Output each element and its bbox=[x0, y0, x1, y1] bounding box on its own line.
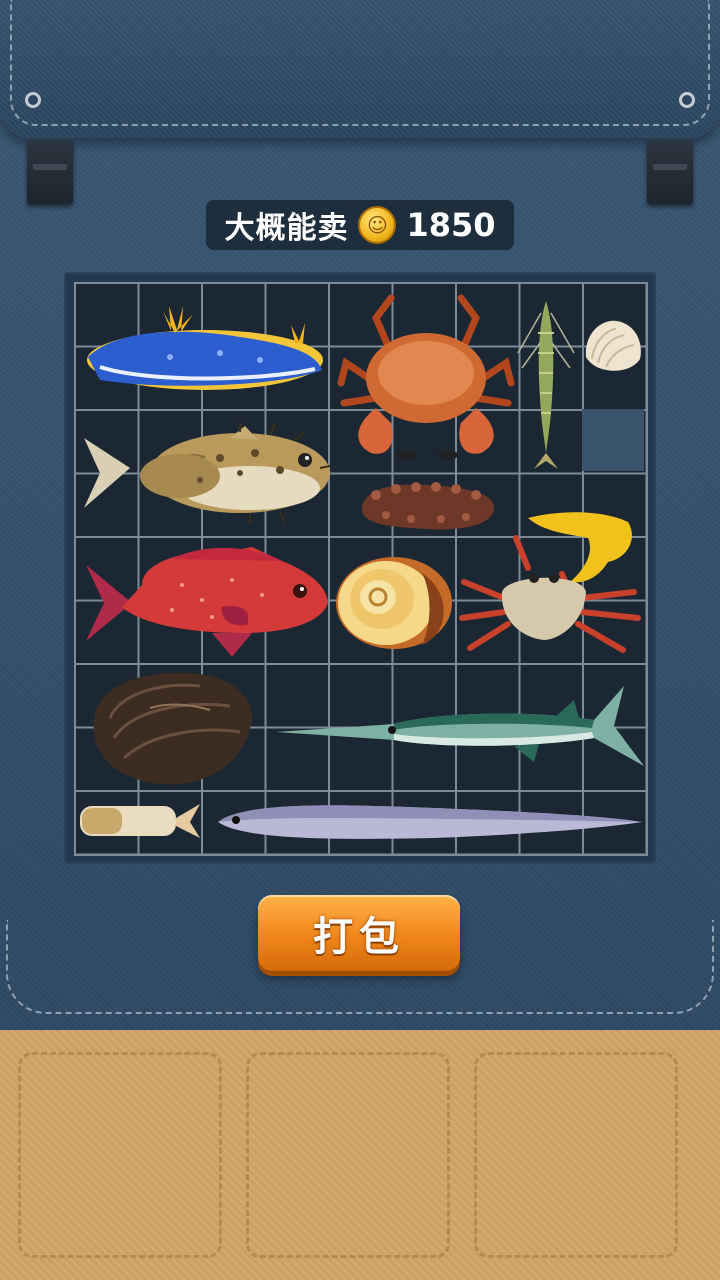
strap-right bbox=[647, 140, 693, 204]
fiddler-crab-icon[interactable] bbox=[458, 508, 648, 658]
razor-clam-icon[interactable] bbox=[76, 798, 204, 844]
ribbonfish-icon[interactable] bbox=[214, 798, 644, 844]
tray-slot-3[interactable] bbox=[474, 1052, 678, 1258]
rivet-left bbox=[25, 92, 41, 108]
item-tray bbox=[0, 1030, 720, 1280]
pufferfish-icon[interactable] bbox=[80, 418, 330, 526]
crab-icon[interactable] bbox=[336, 293, 516, 465]
snail-shell-icon[interactable] bbox=[332, 553, 456, 653]
needlefish-icon[interactable] bbox=[274, 682, 646, 772]
sea-slug-icon[interactable] bbox=[80, 295, 330, 400]
strap-left bbox=[27, 140, 73, 204]
shrimp-icon[interactable] bbox=[516, 293, 576, 473]
tray-slot-1[interactable] bbox=[18, 1052, 222, 1258]
price-value: 1850 bbox=[406, 206, 496, 244]
price-label: 大概能卖 bbox=[224, 211, 349, 246]
backpack-flap bbox=[0, 0, 720, 138]
pack-button[interactable]: 打包 bbox=[258, 895, 460, 971]
flap-stitching bbox=[10, 0, 710, 126]
red-grouper-icon[interactable] bbox=[82, 545, 332, 660]
tray-slot-2[interactable] bbox=[246, 1052, 450, 1258]
rivet-right bbox=[679, 92, 695, 108]
mussel-icon[interactable] bbox=[90, 668, 260, 790]
estimated-price-banner: 大概能卖 ☺ 1850 bbox=[206, 200, 514, 250]
clam-icon[interactable] bbox=[580, 315, 646, 381]
coin-icon: ☺ bbox=[358, 206, 397, 244]
empty-grid-cell[interactable] bbox=[582, 409, 644, 471]
